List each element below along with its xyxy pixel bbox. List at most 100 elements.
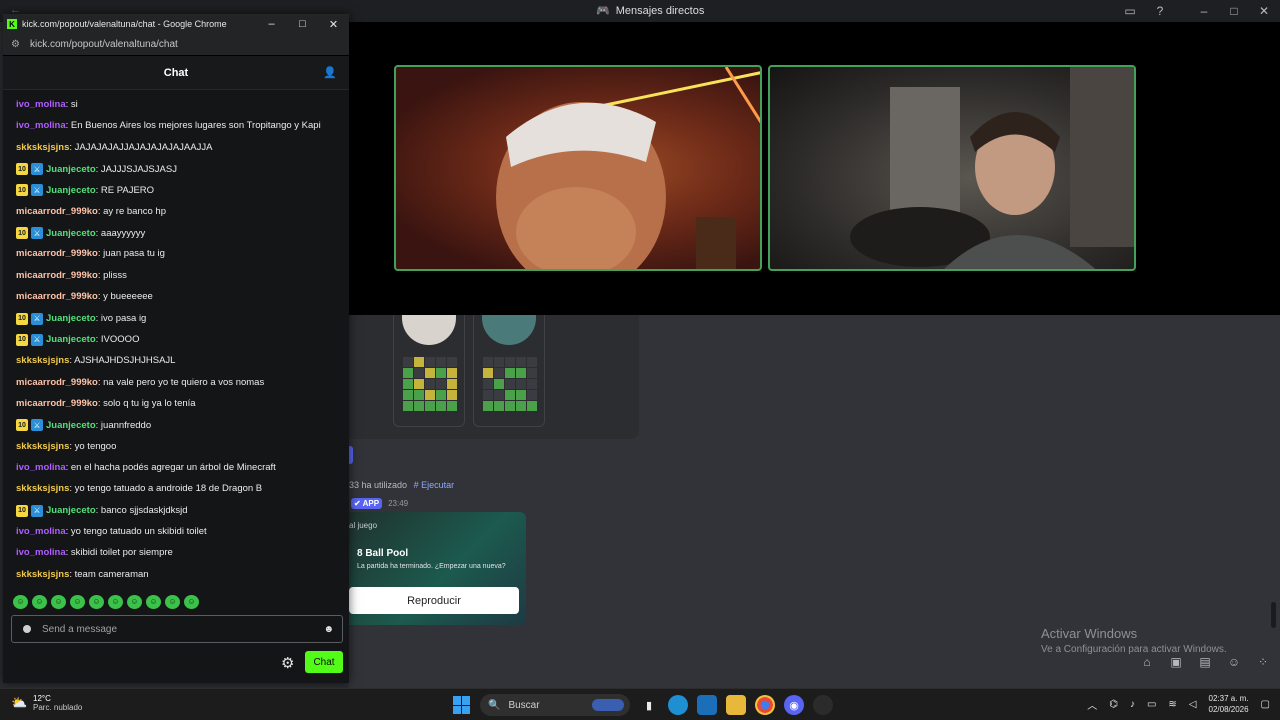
subscriber-badge: 10 xyxy=(16,163,28,176)
maximize-button[interactable]: □ xyxy=(1224,2,1244,20)
subscriber-badge: 10 xyxy=(16,333,28,346)
chat-username[interactable]: skksksjsjns xyxy=(16,355,69,366)
close-button[interactable]: ✕ xyxy=(1254,2,1274,20)
chat-username[interactable]: micaarrodr_999ko xyxy=(16,291,98,302)
minimize-button[interactable]: – xyxy=(1194,2,1214,20)
discord-icon[interactable]: ◉ xyxy=(784,695,804,715)
display-icon[interactable]: ▭ xyxy=(1147,699,1156,710)
wordle-cell xyxy=(505,379,515,389)
clock-date: 02/08/2026 xyxy=(1208,705,1249,714)
clock[interactable]: 02:37 a. m. 02/08/2026 xyxy=(1209,693,1249,715)
wordle-cell xyxy=(494,379,504,389)
emote-icon[interactable]: ☺ xyxy=(184,595,199,609)
close-button[interactable]: ✕ xyxy=(318,18,349,31)
chat-username[interactable]: Juanjeceto xyxy=(46,185,96,196)
wordle-cell xyxy=(425,368,435,378)
chat-username[interactable]: micaarrodr_999ko xyxy=(16,398,98,409)
chat-username[interactable]: Juanjeceto xyxy=(46,164,96,175)
windows-start-icon[interactable] xyxy=(453,696,471,714)
command-link[interactable]: # Ejecutar xyxy=(414,480,455,490)
network-icon[interactable]: ⌬ xyxy=(1109,699,1118,710)
chevron-up-icon[interactable]: ︿ xyxy=(1087,697,1097,712)
wordle-cell xyxy=(505,390,515,400)
wordle-cell xyxy=(527,368,537,378)
chat-username[interactable]: Juanjeceto xyxy=(46,313,96,324)
play-button[interactable]: Reproducir xyxy=(349,587,519,614)
chat-username[interactable]: ivo_molina xyxy=(16,526,66,537)
wordle-cell xyxy=(425,379,435,389)
address-bar[interactable]: ⚙ kick.com/popout/valenaltuna/chat xyxy=(3,34,349,56)
system-tray: ︿ ⌬ ♪ ▭ ≋ ◁ 02:37 a. m. 02/08/2026 ▢ xyxy=(1087,693,1270,715)
chat-username[interactable]: ivo_molina xyxy=(16,462,66,473)
app-icon[interactable] xyxy=(813,695,833,715)
gif-icon[interactable]: ▣ xyxy=(1169,655,1183,669)
apps-icon[interactable]: ⁘ xyxy=(1256,655,1270,669)
chat-settings-gear-icon[interactable]: ⚙ xyxy=(281,654,294,672)
notifications-icon[interactable]: ▢ xyxy=(1261,699,1270,710)
chat-username[interactable]: Juanjeceto xyxy=(46,228,96,239)
emote-icon[interactable]: ☺ xyxy=(13,595,28,609)
store-icon[interactable] xyxy=(697,695,717,715)
message-input[interactable] xyxy=(42,623,324,635)
emote-icon[interactable]: ☺ xyxy=(165,595,180,609)
chat-message-text: : aaayyyyyy xyxy=(95,227,146,239)
inbox-icon[interactable]: ▭ xyxy=(1120,2,1140,20)
game-subtitle: La partida ha terminado. ¿Empezar una nu… xyxy=(357,563,506,570)
chat-username[interactable]: skksksjsjns xyxy=(16,142,69,153)
chat-username[interactable]: Juanjeceto xyxy=(46,420,96,431)
user-settings-icon[interactable]: 👤 xyxy=(323,66,337,79)
chat-username[interactable]: ivo_molina xyxy=(16,547,66,558)
emote-icon[interactable]: ☺ xyxy=(70,595,85,609)
chat-username[interactable]: micaarrodr_999ko xyxy=(16,377,98,388)
wordle-cell xyxy=(516,379,526,389)
chat-message-text: : juannfreddo xyxy=(95,419,152,431)
sticker-icon[interactable]: ▤ xyxy=(1198,655,1212,669)
chat-username[interactable]: ivo_molina xyxy=(16,120,66,131)
video-tile-1[interactable] xyxy=(394,65,762,271)
chat-username[interactable]: skksksjsjns xyxy=(16,569,69,580)
taskbar-search[interactable]: 🔍 Buscar xyxy=(480,694,630,716)
wifi-icon[interactable]: ≋ xyxy=(1168,699,1176,710)
wordle-cell xyxy=(436,401,446,411)
chrome-icon[interactable] xyxy=(755,695,775,715)
emote-icon[interactable]: ☺ xyxy=(127,595,142,609)
task-view-icon[interactable]: ▮ xyxy=(639,695,659,715)
help-icon[interactable]: ? xyxy=(1150,2,1170,20)
chat-username[interactable]: micaarrodr_999ko xyxy=(16,270,98,281)
emote-icon[interactable]: ☺ xyxy=(51,595,66,609)
emoji-icon[interactable]: ☺ xyxy=(1227,655,1241,669)
edge-browser-icon[interactable] xyxy=(668,695,688,715)
chat-message-text: : na vale pero yo te quiero a vos nomas xyxy=(97,376,265,388)
chat-username[interactable]: Juanjeceto xyxy=(46,334,96,345)
game-embed-card: al juego 8 Ball Pool La partida ha termi… xyxy=(349,512,526,625)
send-chat-button[interactable]: Chat xyxy=(305,651,343,673)
file-explorer-icon[interactable] xyxy=(726,695,746,715)
chat-username[interactable]: micaarrodr_999ko xyxy=(16,248,98,259)
message-time: 23:49 xyxy=(388,499,409,508)
volume-icon[interactable]: ◁ xyxy=(1189,699,1197,710)
chat-username[interactable]: micaarrodr_999ko xyxy=(16,206,98,217)
scrollbar-thumb[interactable] xyxy=(1271,602,1276,628)
chat-username[interactable]: skksksjsjns xyxy=(16,483,69,494)
chat-username[interactable]: skksksjsjns xyxy=(16,441,69,452)
emote-icon[interactable]: ☺ xyxy=(108,595,123,609)
chat-message: 10 ⚔ Juanjeceto: JAJJJSJAJSJASJ xyxy=(16,163,177,176)
chat-message-text: : ivo pasa ig xyxy=(95,313,147,324)
gift-icon[interactable]: ⌂ xyxy=(1140,655,1154,669)
microphone-icon[interactable]: ♪ xyxy=(1130,699,1135,710)
emote-icon[interactable]: ☺ xyxy=(32,595,47,609)
emoji-picker-icon[interactable]: ☻ xyxy=(323,624,334,635)
minimize-button[interactable]: – xyxy=(256,18,287,31)
emote-icon[interactable]: ☺ xyxy=(146,595,161,609)
site-info-icon[interactable]: ⚙ xyxy=(11,39,20,50)
weather-widget[interactable]: ⛅ 12°C Parc. nublado xyxy=(11,694,82,712)
emote-icon[interactable]: ☺ xyxy=(89,595,104,609)
chat-username[interactable]: Juanjeceto xyxy=(46,505,96,516)
video-tile-2[interactable] xyxy=(768,65,1136,271)
chat-username[interactable]: ivo_molina xyxy=(16,99,66,110)
moderator-sword-icon: ⚔ xyxy=(31,333,43,346)
wordle-cell xyxy=(403,357,413,367)
wordle-cell xyxy=(527,390,537,400)
maximize-button[interactable]: □ xyxy=(287,18,318,31)
chat-message: 10 ⚔ Juanjeceto: IVOOOO xyxy=(16,333,139,346)
